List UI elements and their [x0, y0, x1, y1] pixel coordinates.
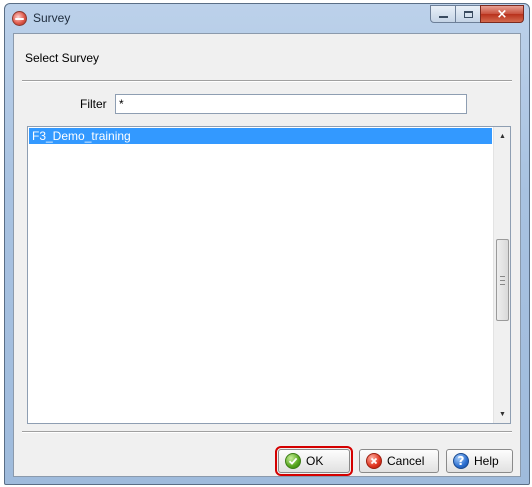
maximize-button[interactable]	[455, 5, 481, 23]
help-button[interactable]: ? Help	[446, 449, 513, 473]
ok-button[interactable]: OK	[275, 446, 353, 476]
ok-label: OK	[306, 454, 324, 468]
scroll-down-arrow-icon[interactable]: ▼	[496, 407, 509, 421]
scroll-thumb[interactable]	[496, 239, 509, 321]
list-scrollbar[interactable]: ▲ ▼	[493, 127, 510, 423]
title-bar[interactable]: Survey ×	[5, 4, 529, 32]
maximize-icon	[463, 10, 473, 18]
checkmark-icon	[285, 453, 301, 469]
bottom-separator	[22, 431, 512, 433]
close-icon: ×	[496, 6, 508, 22]
cancel-label: Cancel	[387, 454, 425, 468]
help-icon: ?	[453, 453, 469, 469]
cancel-button[interactable]: Cancel	[359, 449, 439, 473]
survey-window: Survey × Select Survey Filter F3_Demo_tr…	[4, 3, 530, 485]
help-label: Help	[474, 454, 499, 468]
survey-list[interactable]: F3_Demo_training ▲ ▼	[27, 126, 511, 424]
filter-input[interactable]	[115, 94, 467, 114]
dialog-body: Select Survey Filter F3_Demo_training ▲ …	[13, 33, 521, 477]
close-button[interactable]: ×	[480, 5, 524, 23]
survey-app-icon	[12, 11, 27, 26]
scroll-up-arrow-icon[interactable]: ▲	[496, 129, 509, 143]
minimize-icon	[438, 16, 448, 18]
grip-icon	[500, 275, 505, 285]
cancel-icon	[366, 453, 382, 469]
filter-label: Filter	[80, 97, 107, 111]
dialog-heading: Select Survey	[25, 51, 100, 65]
top-separator	[22, 80, 512, 82]
minimize-button[interactable]	[430, 5, 456, 23]
window-title: Survey	[33, 11, 71, 25]
list-item-selected[interactable]: F3_Demo_training	[29, 128, 492, 144]
